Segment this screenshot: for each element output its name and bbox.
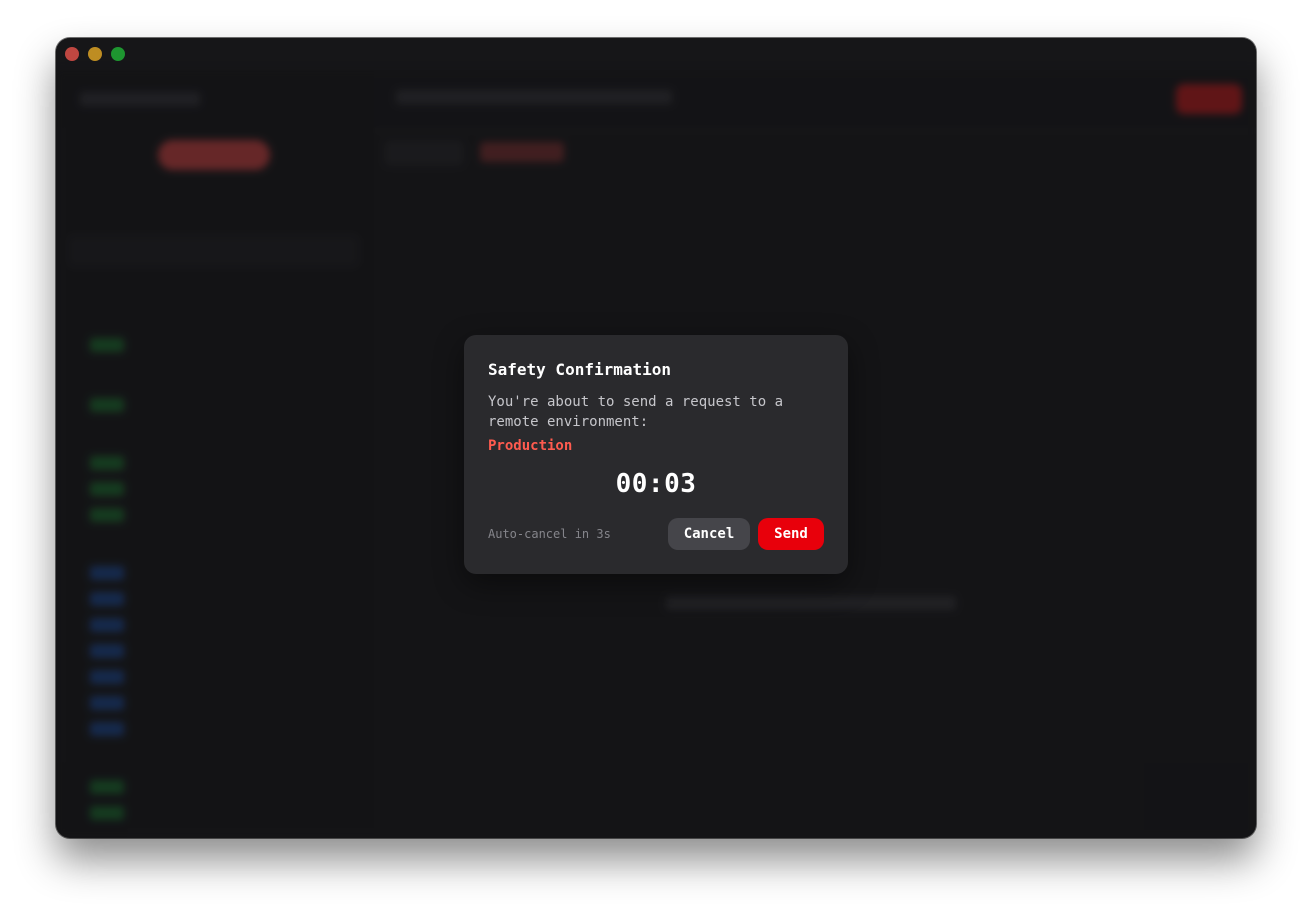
send-button[interactable]: Send bbox=[758, 518, 824, 550]
dialog-title: Safety Confirmation bbox=[488, 360, 672, 379]
cancel-button[interactable]: Cancel bbox=[668, 518, 750, 550]
countdown-timer: 00:03 bbox=[615, 469, 697, 499]
auto-cancel-note: Auto-cancel in 3s bbox=[488, 527, 611, 541]
app-window: Safety Confirmation You're about to send… bbox=[56, 38, 1256, 838]
environment-name: Production bbox=[488, 438, 573, 454]
dialog-message: You're about to send a request to a remo… bbox=[488, 394, 784, 430]
safety-confirmation-dialog: Safety Confirmation You're about to send… bbox=[464, 335, 848, 574]
dialog-footer: Auto-cancel in 3s Cancel Send bbox=[488, 518, 824, 550]
